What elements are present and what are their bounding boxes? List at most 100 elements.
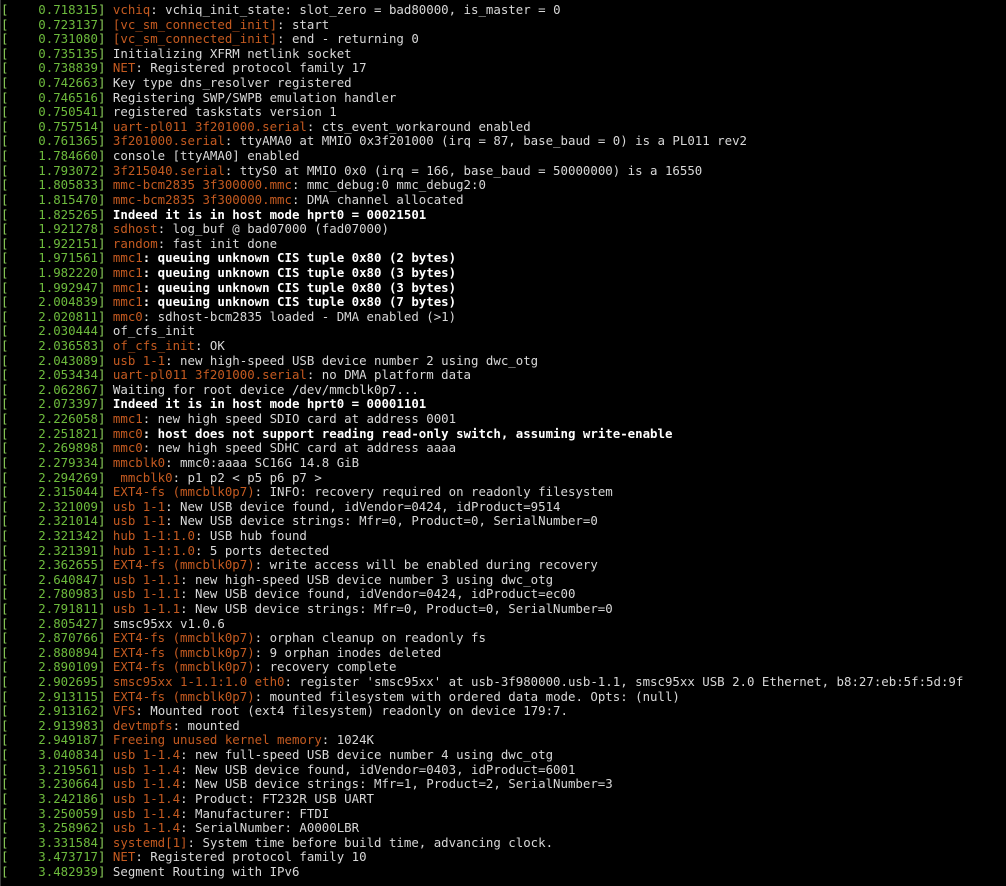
log-line: [ 0.723137] [vc_sm_connected_init]: star… — [1, 18, 1006, 33]
log-line: [ 2.043089] usb 1-1: new high-speed USB … — [1, 354, 1006, 369]
log-timestamp: 0.750541 — [8, 105, 98, 120]
log-message: : New USB device found, idVendor=0424, i… — [165, 499, 561, 514]
close-bracket: ] — [98, 426, 113, 441]
log-timestamp: 2.880894 — [8, 645, 98, 660]
log-message: Key type dns_resolver registered — [112, 76, 352, 91]
close-bracket: ] — [98, 835, 113, 850]
close-bracket: ] — [98, 660, 113, 675]
log-timestamp: 2.780983 — [8, 587, 98, 602]
close-bracket: ] — [98, 17, 113, 32]
log-timestamp: 1.922151 — [8, 236, 98, 251]
log-line: [ 3.331584] systemd[1]: System time befo… — [1, 836, 1006, 851]
close-bracket: ] — [98, 821, 113, 836]
log-message: : OK — [194, 339, 225, 354]
log-message: Segment Routing with IPv6 — [112, 864, 300, 879]
log-source: VFS — [112, 704, 136, 719]
log-line: [ 2.226058] mmc1: new high speed SDIO ca… — [1, 412, 1006, 427]
close-bracket: ] — [98, 397, 113, 412]
log-source: usb 1-1 — [112, 353, 166, 368]
log-line: [ 2.362655] EXT4-fs (mmcblk0p7): write a… — [1, 558, 1006, 573]
log-message: : new high speed SDIO card at address 00… — [142, 412, 457, 427]
close-bracket: ] — [98, 76, 113, 91]
close-bracket: ] — [98, 485, 113, 500]
close-bracket: ] — [98, 105, 113, 120]
close-bracket: ] — [98, 236, 113, 251]
log-timestamp: 2.036583 — [8, 339, 98, 354]
log-source: usb 1-1 — [112, 514, 166, 529]
log-timestamp: 1.793072 — [8, 163, 98, 178]
log-message: : queuing unknown CIS tuple 0x80 (2 byte… — [142, 251, 457, 266]
log-timestamp: 3.331584 — [8, 835, 98, 850]
log-line: [ 2.036583] of_cfs_init: OK — [1, 339, 1006, 354]
log-line: [ 2.791811] usb 1-1.1: New USB device st… — [1, 602, 1006, 617]
close-bracket: ] — [98, 572, 113, 587]
log-line: [ 0.761365] 3f201000.serial: ttyAMA0 at … — [1, 134, 1006, 149]
log-message: : mmc_debug:0 mmc_debug2:0 — [291, 178, 486, 193]
log-line: [ 0.746516] Registering SWP/SWPB emulati… — [1, 91, 1006, 106]
log-message: : Mounted root (ext4 filesystem) readonl… — [135, 704, 568, 719]
log-source: hub 1-1:1.0 — [112, 543, 195, 558]
log-message: : p1 p2 < p5 p6 p7 > — [172, 470, 322, 485]
log-line: [ 2.321009] usb 1-1: New USB device foun… — [1, 500, 1006, 515]
log-source: 3f215040.serial — [112, 163, 225, 178]
log-source: NET — [112, 61, 136, 76]
close-bracket: ] — [98, 864, 113, 879]
terminal-window[interactable]: [ 0.718315] vchiq: vchiq_init_state: slo… — [0, 0, 1006, 886]
log-message: : ttyS0 at MMIO 0x0 (irq = 166, base_bau… — [224, 163, 703, 178]
log-message: : new high-speed USB device number 2 usi… — [165, 353, 539, 368]
log-timestamp: 2.321391 — [8, 543, 98, 558]
log-line: [ 1.815470] mmc-bcm2835 3f300000.mmc: DM… — [1, 193, 1006, 208]
log-line: [ 2.321391] hub 1-1:1.0: 5 ports detecte… — [1, 544, 1006, 559]
log-timestamp: 2.902695 — [8, 675, 98, 690]
log-message: Indeed it is in host mode hprt0 = 000215… — [112, 207, 427, 222]
close-bracket: ] — [98, 46, 113, 61]
log-timestamp: 2.949187 — [8, 733, 98, 748]
log-timestamp: 1.825265 — [8, 207, 98, 222]
log-timestamp: 1.992947 — [8, 280, 98, 295]
log-timestamp: 1.805833 — [8, 178, 98, 193]
close-bracket: ] — [98, 32, 113, 47]
close-bracket: ] — [98, 806, 113, 821]
log-timestamp: 2.805427 — [8, 616, 98, 631]
log-line: [ 2.030444] of_cfs_init — [1, 324, 1006, 339]
log-message: : New USB device strings: Mfr=0, Product… — [165, 514, 598, 529]
log-message: : New USB device found, idVendor=0403, i… — [180, 762, 576, 777]
log-line: [ 0.718315] vchiq: vchiq_init_state: slo… — [1, 3, 1006, 18]
log-source: sdhost — [112, 222, 158, 237]
close-bracket: ] — [98, 134, 113, 149]
log-message: of_cfs_init — [112, 324, 195, 339]
log-source: mmcblk0 — [112, 470, 173, 485]
log-line: [ 2.805427] smsc95xx v1.0.6 — [1, 617, 1006, 632]
log-line: [ 1.805833] mmc-bcm2835 3f300000.mmc: mm… — [1, 178, 1006, 193]
log-source: uart-pl011 3f201000.serial — [112, 368, 307, 383]
log-line: [ 1.971561] mmc1: queuing unknown CIS tu… — [1, 251, 1006, 266]
log-line: [ 2.279334] mmcblk0: mmc0:aaaa SC16G 14.… — [1, 456, 1006, 471]
log-source: mmc0 — [112, 441, 143, 456]
log-message: : host does not support reading read-onl… — [142, 426, 673, 441]
close-bracket: ] — [98, 207, 113, 222]
log-source: usb 1-1.4 — [112, 762, 181, 777]
log-line: [ 3.482939] Segment Routing with IPv6 — [1, 865, 1006, 880]
log-timestamp: 0.742663 — [8, 76, 98, 91]
log-message: : cts_event_workaround enabled — [306, 119, 531, 134]
log-message: : Manufacturer: FTDI — [180, 806, 330, 821]
close-bracket: ] — [98, 295, 113, 310]
log-line: [ 3.473717] NET: Registered protocol fam… — [1, 850, 1006, 865]
log-message: : INFO: recovery required on readonly fi… — [254, 485, 613, 500]
close-bracket: ] — [98, 587, 113, 602]
close-bracket: ] — [98, 748, 113, 763]
log-message: : log_buf @ bad07000 (fad07000) — [157, 222, 389, 237]
log-source: mmc0 — [112, 426, 143, 441]
log-line: [ 3.230664] usb 1-1.4: New USB device st… — [1, 777, 1006, 792]
log-message: : 5 ports detected — [194, 543, 330, 558]
close-bracket: ] — [98, 441, 113, 456]
log-line: [ 2.315044] EXT4-fs (mmcblk0p7): INFO: r… — [1, 485, 1006, 500]
log-message: : Product: FT232R USB UART — [180, 791, 375, 806]
log-line: [ 0.731080] [vc_sm_connected_init]: end … — [1, 32, 1006, 47]
log-source: usb 1-1.4 — [112, 748, 181, 763]
log-source: EXT4-fs (mmcblk0p7) — [112, 689, 255, 704]
log-timestamp: 0.718315 — [8, 3, 98, 17]
log-message: : recovery complete — [254, 660, 397, 675]
log-timestamp: 2.913162 — [8, 704, 98, 719]
log-source: EXT4-fs (mmcblk0p7) — [112, 558, 255, 573]
